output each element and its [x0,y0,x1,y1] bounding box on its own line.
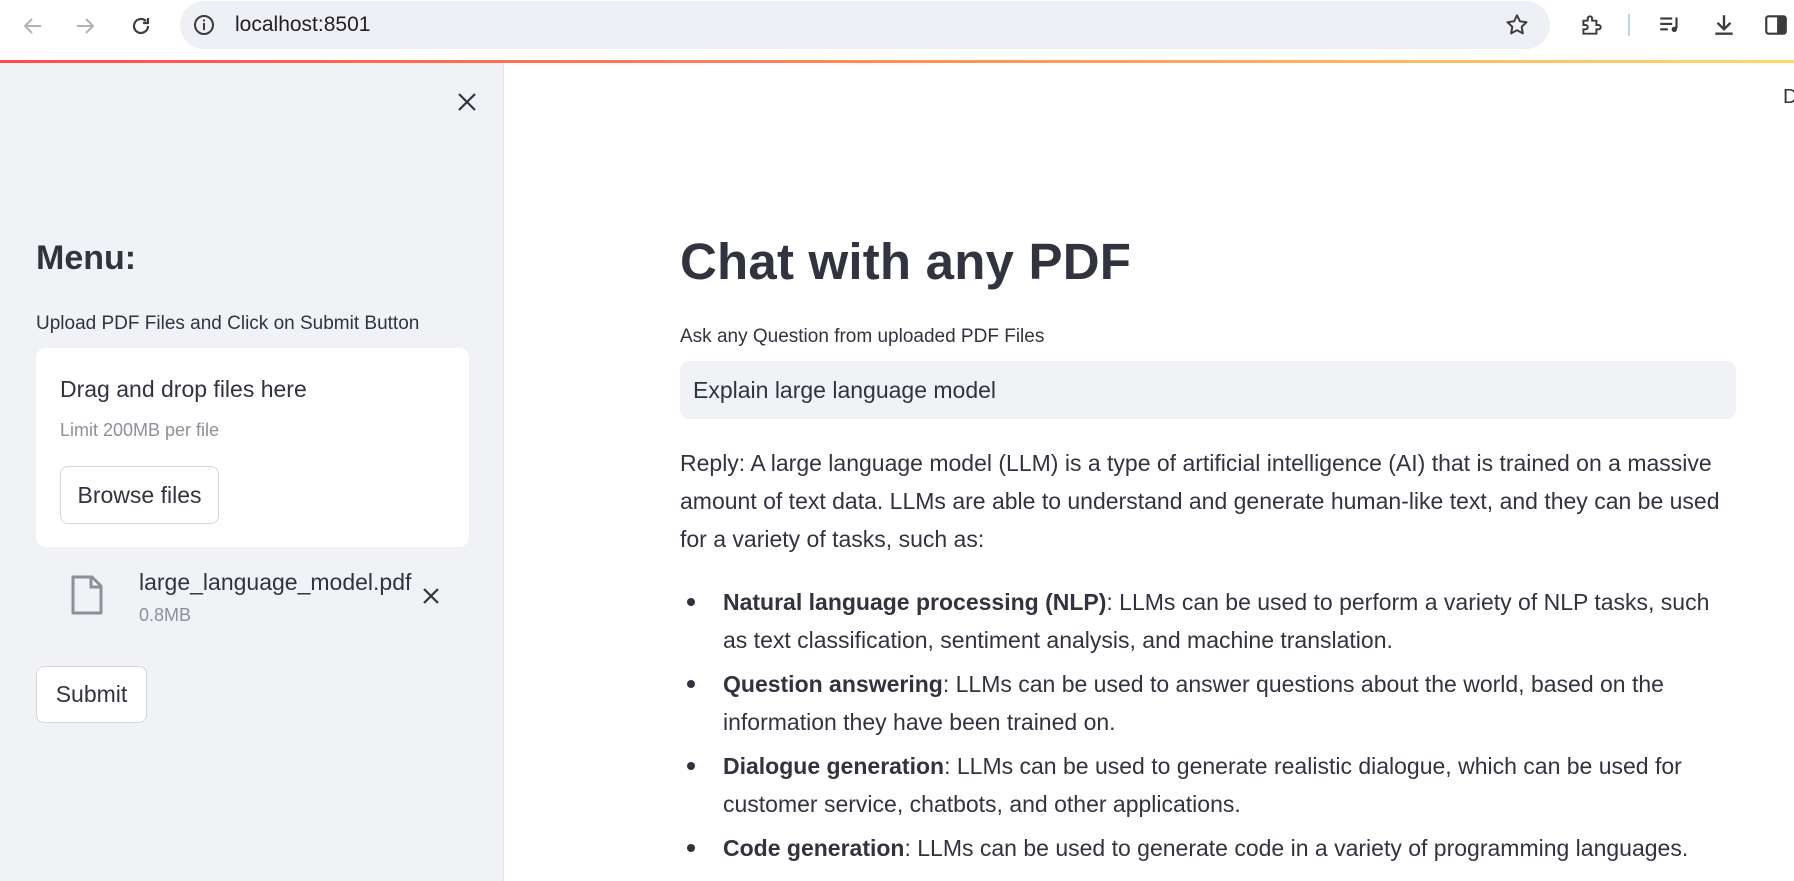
side-panel-icon[interactable] [1762,11,1790,39]
page-title: Chat with any PDF [680,233,1132,290]
browse-files-button[interactable]: Browse files [60,466,219,524]
bullet-term: Question answering [723,671,943,697]
close-sidebar-icon[interactable] [452,87,482,117]
uploaded-file-item: large_language_model.pdf 0.8MB [36,563,469,633]
question-input[interactable] [680,361,1736,419]
reply-text: Reply: A large language model (LLM) is a… [680,450,1720,552]
address-bar[interactable]: localhost:8501 [180,1,1550,49]
media-queue-icon[interactable] [1656,11,1684,39]
file-name: large_language_model.pdf [139,569,412,595]
question-label: Ask any Question from uploaded PDF Files [680,326,1045,347]
list-item: Dialogue generation: LLMs can be used to… [680,747,1740,823]
file-size: 0.8MB [139,605,192,625]
bullet-text: : LLMs can be used to generate code in a… [904,835,1689,861]
extensions-icon[interactable] [1577,11,1605,39]
submit-button[interactable]: Submit [36,666,147,723]
reload-icon[interactable] [123,8,159,44]
download-icon[interactable] [1710,11,1738,39]
bullet-term: Natural language processing (NLP) [723,589,1107,615]
toolbar-divider [1628,14,1630,36]
back-icon[interactable] [15,8,51,44]
bullet-term: Dialogue generation [723,753,945,779]
file-icon [70,575,104,620]
dropzone-limit: Limit 200MB per file [60,420,220,440]
remove-file-icon[interactable] [416,581,446,611]
dropzone-title: Drag and drop files here [60,376,307,402]
list-item: Code generation: LLMs can be used to gen… [680,829,1740,867]
browser-toolbar: localhost:8501 [0,0,1794,60]
list-item: Natural language processing (NLP): LLMs … [680,583,1740,659]
url-text[interactable]: localhost:8501 [235,13,370,37]
forward-icon[interactable] [67,8,103,44]
file-dropzone[interactable]: Drag and drop files here Limit 200MB per… [36,348,469,547]
list-item: Question answering: LLMs can be used to … [680,665,1740,741]
reply-bullet-list: Natural language processing (NLP) : LLMs … [680,583,1740,873]
bullet-term: Code generation [723,835,905,861]
deploy-menu-cut[interactable]: D [1783,86,1794,109]
site-info-icon[interactable] [192,13,216,37]
sidebar: Menu: Upload PDF Files and Click on Subm… [0,63,504,881]
sidebar-title: Menu: [36,239,137,277]
bookmark-star-icon[interactable] [1504,12,1530,43]
upload-label: Upload PDF Files and Click on Submit But… [36,313,420,334]
